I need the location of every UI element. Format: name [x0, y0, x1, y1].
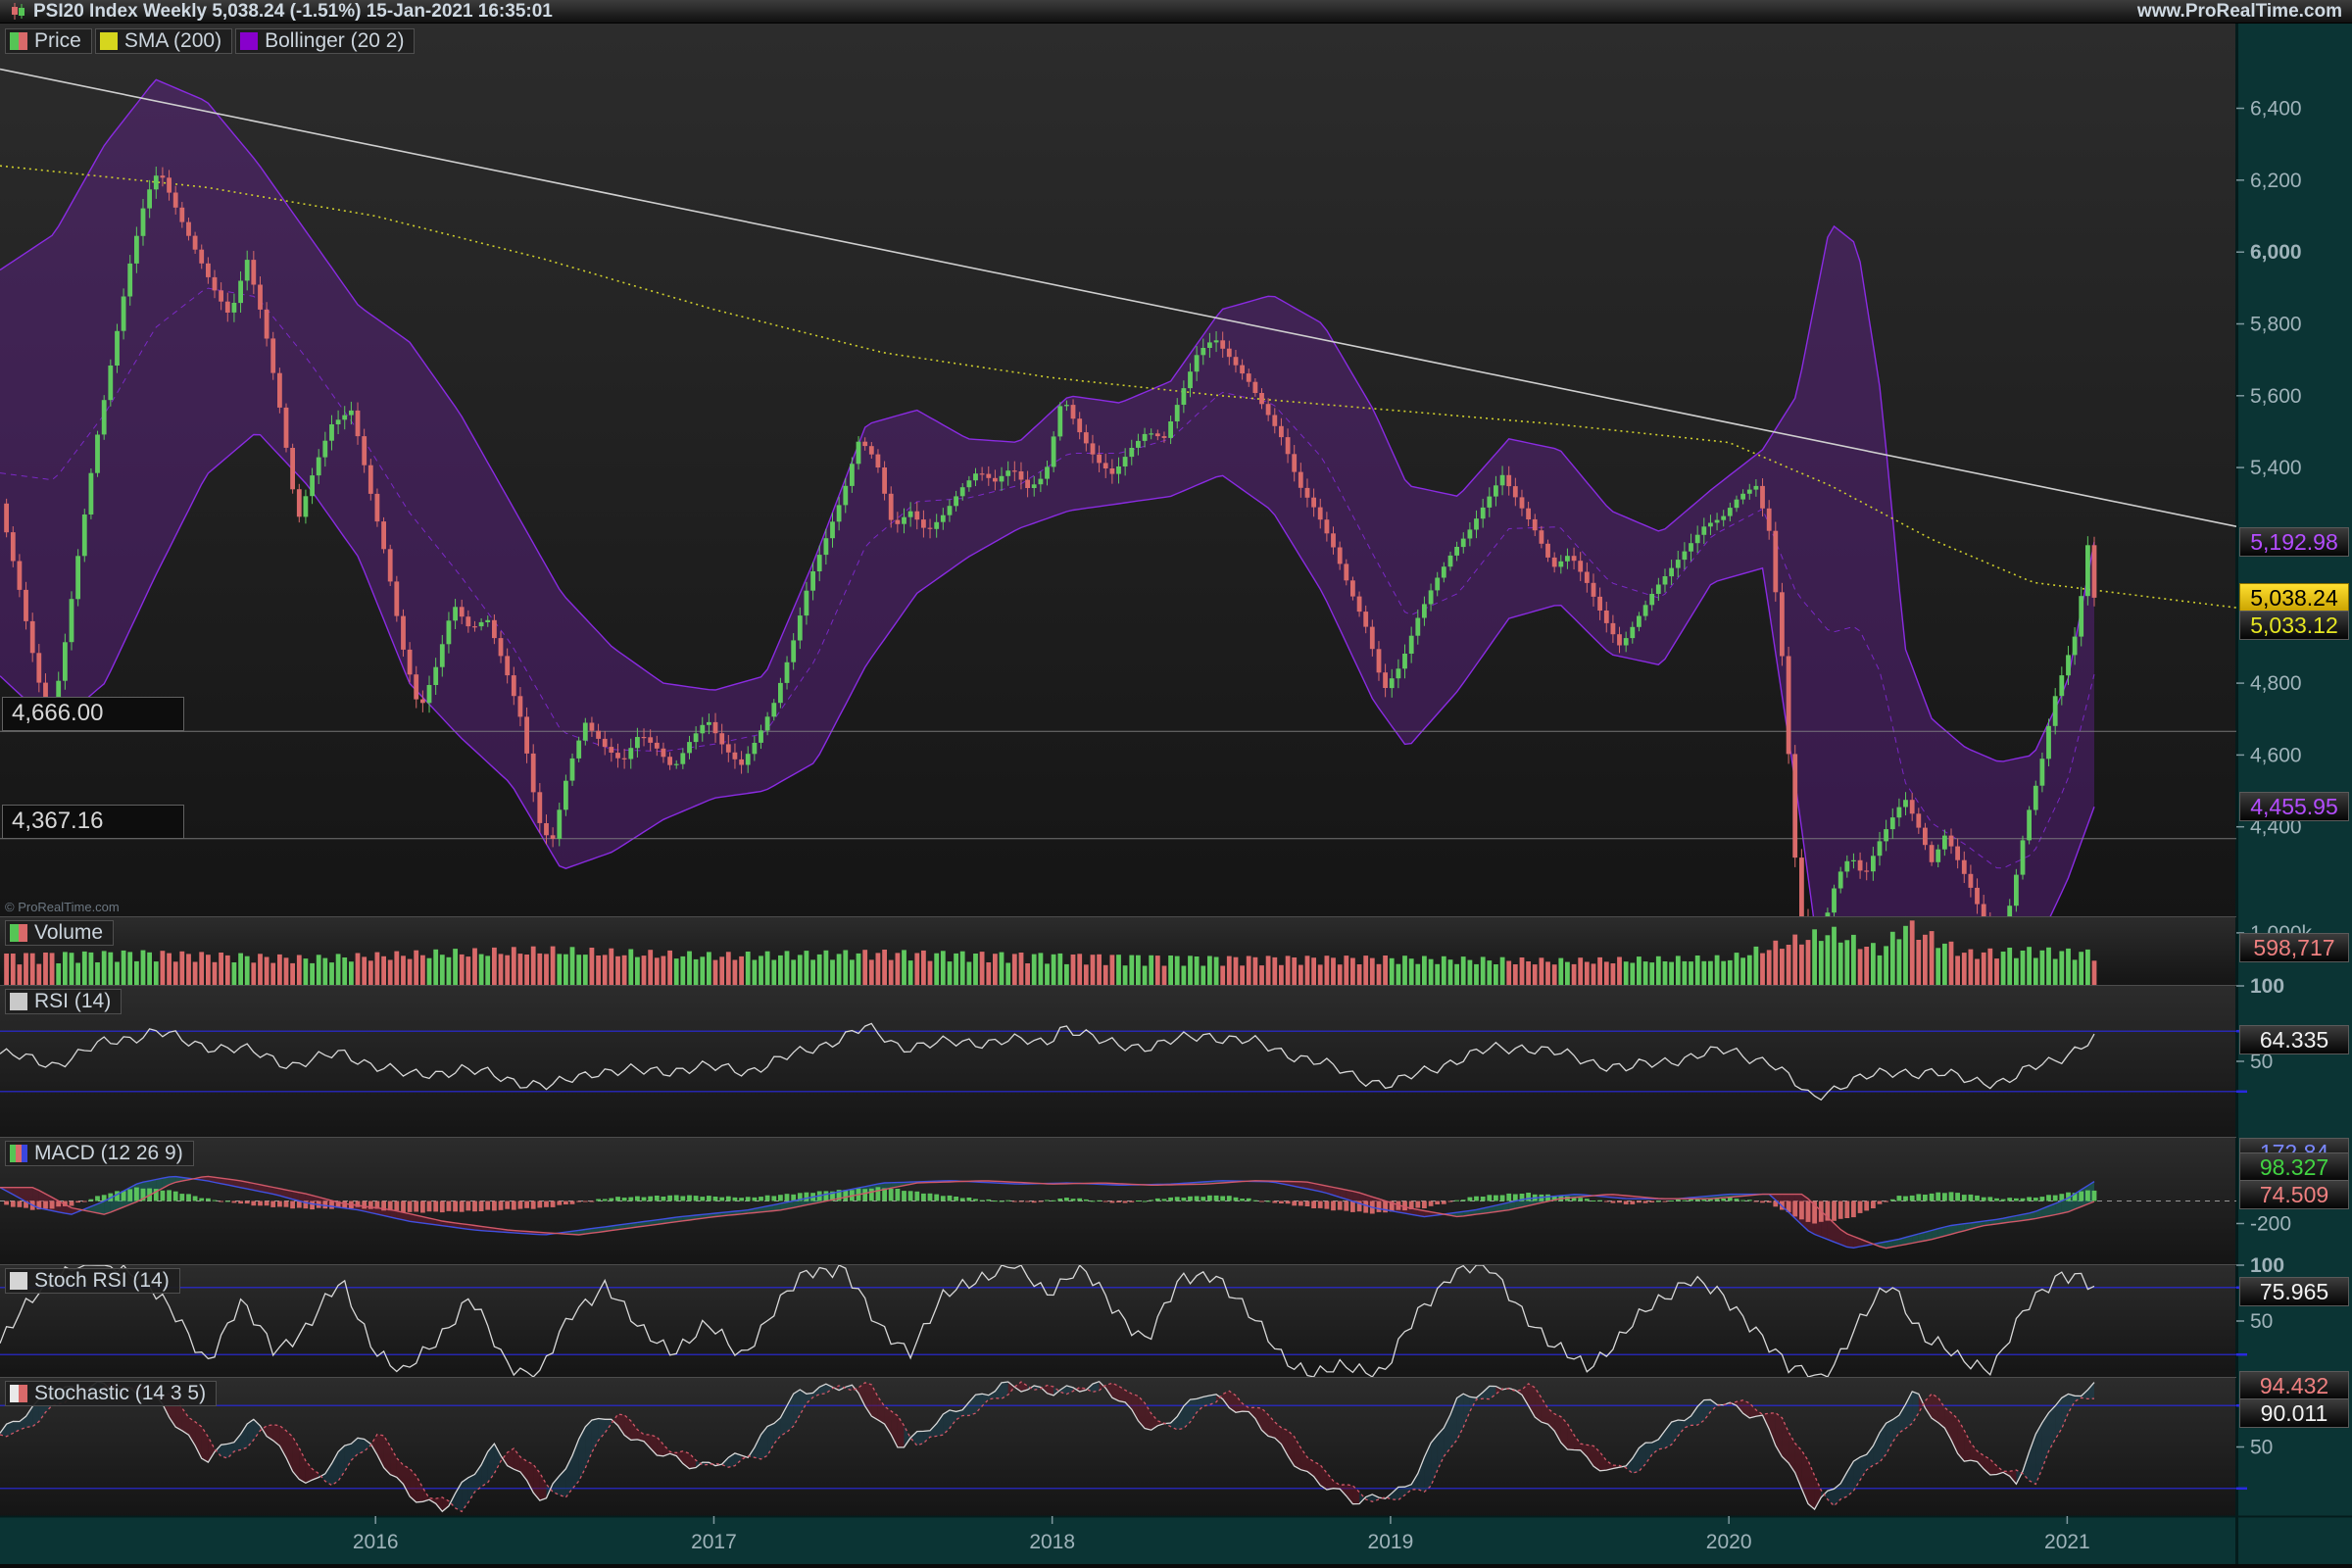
- title-bar: PSI20 Index Weekly 5,038.24 (-1.51%) 15-…: [0, 0, 2352, 24]
- axis-value-label: 74.509: [2239, 1180, 2349, 1209]
- legend-bollinger[interactable]: Bollinger (20 2): [235, 28, 415, 54]
- macd-swatch-icon: [10, 1145, 27, 1162]
- support-level-label: 4,666.00: [2, 697, 184, 731]
- indicator-header-rsi[interactable]: RSI (14): [5, 989, 122, 1014]
- time-axis[interactable]: [0, 1516, 2236, 1568]
- stochastic-label: Stochastic (14 3 5): [34, 1382, 206, 1405]
- indicator-header-stochrsi[interactable]: Stoch RSI (14): [5, 1268, 180, 1294]
- legend-price[interactable]: Price: [5, 28, 92, 54]
- stochastic-swatch-icon: [10, 1385, 27, 1402]
- indicator-header-stochastic[interactable]: Stochastic (14 3 5): [5, 1381, 217, 1406]
- volume-label: Volume: [34, 921, 103, 945]
- rsi-label: RSI (14): [34, 990, 111, 1013]
- legend-price-label: Price: [34, 29, 81, 53]
- indicator-header-volume[interactable]: Volume: [5, 920, 114, 946]
- axis-value-label: 4,455.95: [2239, 792, 2349, 821]
- stochrsi-swatch-icon: [10, 1272, 27, 1290]
- site-label: www.ProRealTime.com: [2137, 1, 2342, 23]
- chart-title: PSI20 Index Weekly 5,038.24 (-1.51%) 15-…: [33, 1, 553, 23]
- price-swatch-icon: [10, 32, 27, 50]
- price-axis[interactable]: [2236, 24, 2352, 1516]
- support-level-label: 4,367.16: [2, 805, 184, 839]
- macd-label: MACD (12 26 9): [34, 1142, 183, 1165]
- watermark: © ProRealTime.com: [5, 900, 120, 914]
- bollinger-swatch-icon: [240, 32, 258, 50]
- chart-application: PSI20 Index Weekly 5,038.24 (-1.51%) 15-…: [0, 0, 2352, 1568]
- legend-bollinger-label: Bollinger (20 2): [265, 29, 404, 53]
- price-legend: Price SMA (200) Bollinger (20 2): [5, 28, 415, 54]
- sma-swatch-icon: [100, 32, 118, 50]
- candlestick-icon: [10, 2, 27, 21]
- indicator-header-macd[interactable]: MACD (12 26 9): [5, 1141, 194, 1166]
- rsi-swatch-icon: [10, 993, 27, 1010]
- stochrsi-label: Stoch RSI (14): [34, 1269, 170, 1293]
- axis-value-label: 5,033.12: [2239, 611, 2349, 640]
- chart-surface[interactable]: 6,4006,2006,0005,8005,6005,4004,8004,600…: [0, 0, 2352, 1568]
- legend-sma-label: SMA (200): [124, 29, 221, 53]
- legend-sma[interactable]: SMA (200): [95, 28, 232, 54]
- volume-swatch-icon: [10, 924, 27, 942]
